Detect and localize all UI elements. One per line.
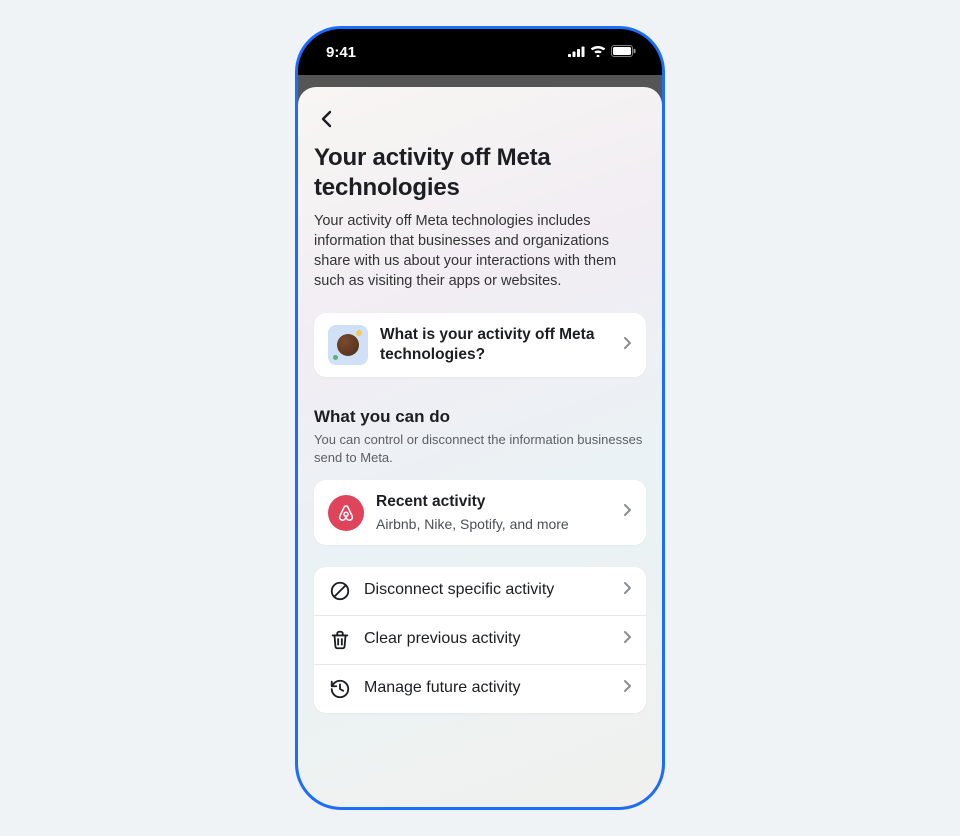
chevron-right-icon [623,581,632,600]
block-icon [328,579,352,603]
section-subheading: You can control or disconnect the inform… [314,431,646,466]
chevron-right-icon [623,503,632,522]
chevron-left-icon [320,110,332,128]
learn-more-card: What is your activity off Meta technolog… [314,313,646,377]
settings-sheet: Your activity off Meta technologies Your… [298,87,662,807]
airbnb-icon [328,495,364,531]
clear-label: Clear previous activity [364,629,611,650]
clear-previous-row[interactable]: Clear previous activity [314,615,646,664]
learn-more-row[interactable]: What is your activity off Meta technolog… [314,313,646,377]
battery-icon [611,44,636,61]
activity-illustration-icon [328,325,368,365]
status-bar: 9:41 [298,29,662,75]
back-button[interactable] [314,107,338,131]
section-heading: What you can do [314,407,646,427]
wifi-icon [590,44,606,61]
page-title: Your activity off Meta technologies [314,143,646,203]
what-you-can-do-header: What you can do You can control or disco… [314,407,646,466]
recent-activity-row[interactable]: Recent activity Airbnb, Nike, Spotify, a… [314,480,646,544]
actions-card: Disconnect specific activity Clear previ… [314,567,646,713]
recent-activity-sub: Airbnb, Nike, Spotify, and more [376,515,611,533]
manage-label: Manage future activity [364,678,611,699]
disconnect-label: Disconnect specific activity [364,580,611,601]
recent-activity-card: Recent activity Airbnb, Nike, Spotify, a… [314,480,646,544]
page-description: Your activity off Meta technologies incl… [314,211,646,291]
chevron-right-icon [623,679,632,698]
trash-icon [328,628,352,652]
status-right [568,44,636,61]
learn-more-title: What is your activity off Meta technolog… [380,325,611,365]
cellular-icon [568,44,585,61]
manage-future-row[interactable]: Manage future activity [314,664,646,713]
chevron-right-icon [623,336,632,355]
recent-activity-title: Recent activity [376,492,611,512]
status-time: 9:41 [326,44,356,61]
disconnect-specific-row[interactable]: Disconnect specific activity [314,567,646,615]
history-icon [328,677,352,701]
phone-frame: 9:41 Your activity off Meta technologies… [295,26,665,810]
chevron-right-icon [623,630,632,649]
